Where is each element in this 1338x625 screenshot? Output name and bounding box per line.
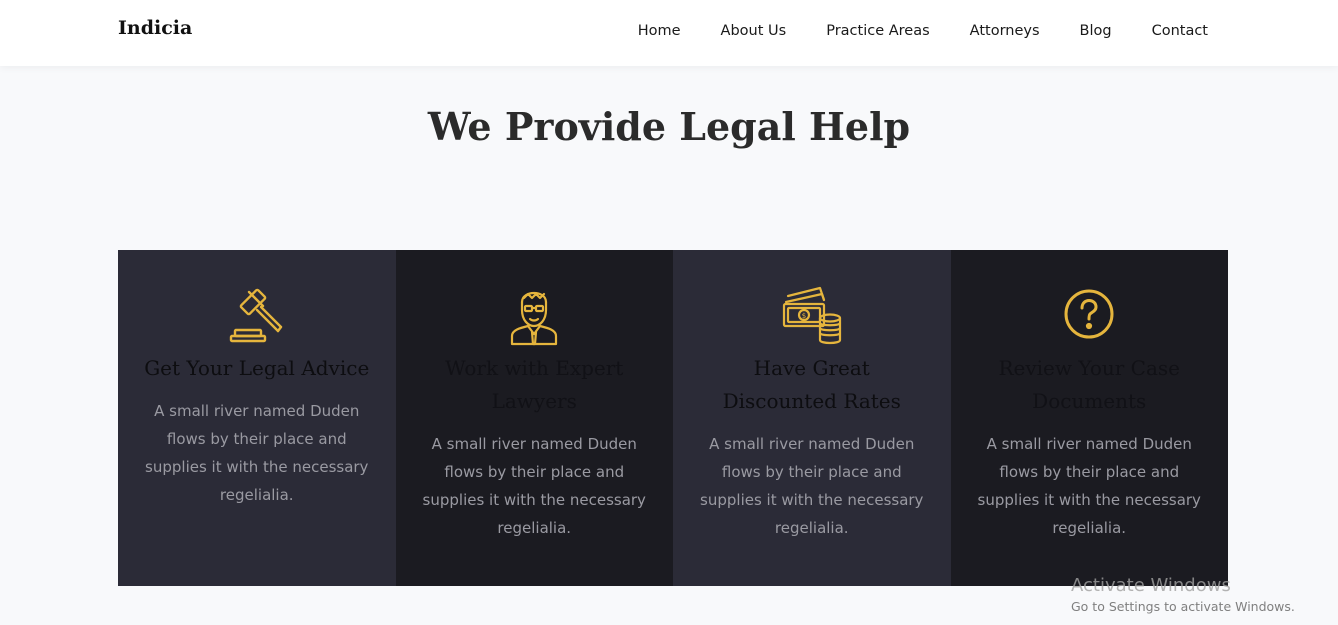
nav-link-practice-areas[interactable]: Practice Areas <box>826 23 929 39</box>
service-title: Get Your Legal Advice <box>144 356 370 380</box>
watermark-subtitle: Go to Settings to activate Windows. <box>1071 599 1295 614</box>
question-circle-icon <box>1064 289 1114 339</box>
section-title: We Provide Legal Help <box>427 104 911 149</box>
brand-logo[interactable]: Indicia <box>118 17 192 39</box>
activate-windows-watermark: Activate Windows Go to Settings to activ… <box>1071 574 1295 616</box>
service-card-discounted-rates: $ Have Great Discounted Rates A small ri… <box>673 250 951 586</box>
service-description: A small river named Duden flows by their… <box>422 435 646 537</box>
svg-text:$: $ <box>802 312 806 320</box>
navbar: Indicia Home About Us Practice Areas Att… <box>0 0 1338 66</box>
nav-link-home[interactable]: Home <box>638 23 681 39</box>
service-description: A small river named Duden flows by their… <box>977 435 1201 537</box>
lawyer-icon <box>511 291 558 346</box>
service-title: Work with Expert Lawyers <box>445 356 624 413</box>
service-title: Have Great Discounted Rates <box>722 356 901 413</box>
service-card-legal-advice: Get Your Legal Advice A small river name… <box>118 250 396 586</box>
nav-link-attorneys[interactable]: Attorneys <box>970 23 1040 39</box>
service-card-expert-lawyers: Work with Expert Lawyers A small river n… <box>395 250 673 586</box>
nav-link-about-us[interactable]: About Us <box>721 23 787 39</box>
main-nav: Home About Us Practice Areas Attorneys B… <box>598 0 1208 62</box>
services-grid: Get Your Legal Advice A small river name… <box>118 250 1228 586</box>
gavel-icon <box>229 288 282 343</box>
service-card-review-documents: Review Your Case Documents A small river… <box>950 250 1228 586</box>
service-title: Review Your Case Documents <box>998 356 1181 413</box>
money-coins-icon: $ <box>782 286 841 345</box>
nav-link-contact[interactable]: Contact <box>1152 23 1208 39</box>
service-description: A small river named Duden flows by their… <box>700 435 924 537</box>
watermark-title: Activate Windows <box>1071 575 1231 596</box>
service-description: A small river named Duden flows by their… <box>145 402 369 504</box>
nav-link-blog[interactable]: Blog <box>1080 23 1112 39</box>
